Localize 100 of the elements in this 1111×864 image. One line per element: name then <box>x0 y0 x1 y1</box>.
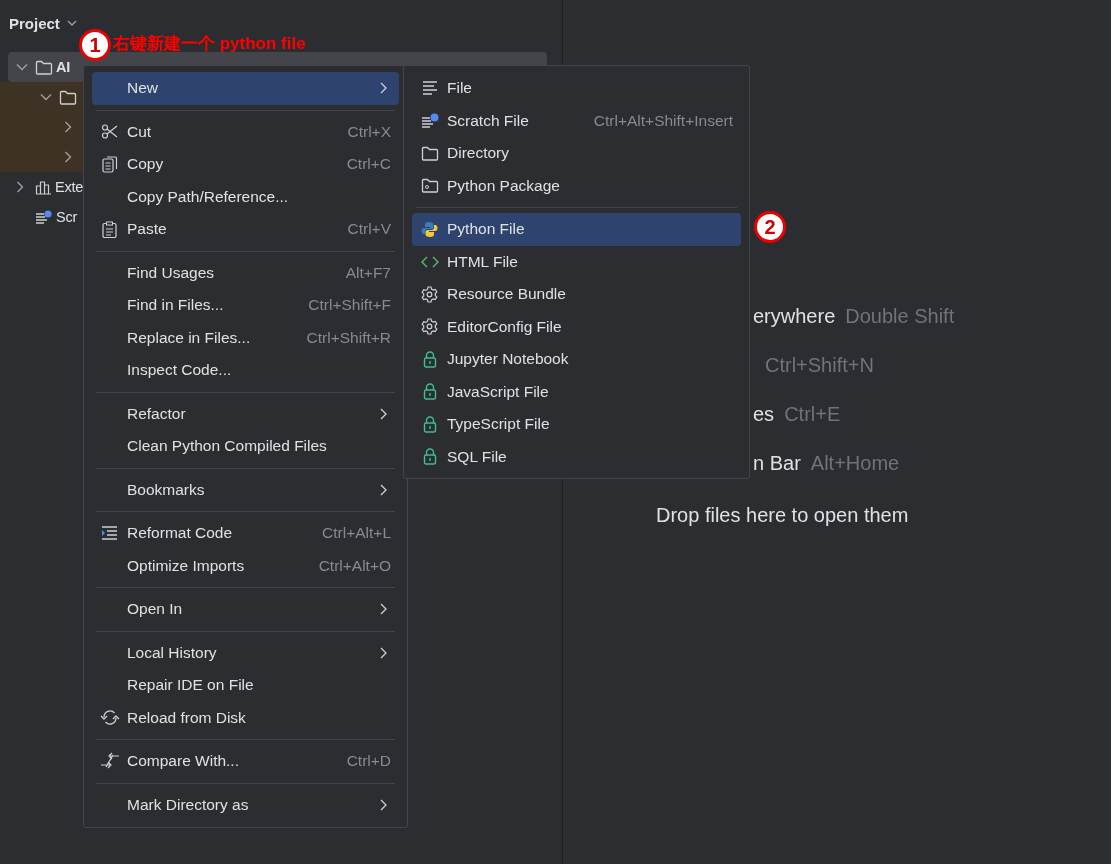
gear-icon <box>421 285 438 303</box>
folder-icon <box>59 89 77 105</box>
menu-item[interactable]: Optimize Imports Ctrl+Alt+O <box>92 549 399 582</box>
menu-item[interactable]: Copy Path/Reference... <box>92 180 399 213</box>
menu-label: Reformat Code <box>127 524 234 543</box>
shortcut-label: Ctrl+Alt+Shift+Insert <box>593 111 733 130</box>
hint-label: n Bar <box>753 452 801 475</box>
menu-item[interactable]: Copy Ctrl+C <box>92 148 399 181</box>
step-number: 2 <box>754 211 786 243</box>
hint-shortcut: Ctrl+E <box>784 403 841 426</box>
menu-item[interactable]: File <box>412 72 741 105</box>
scissors-icon <box>101 124 118 140</box>
menu-label: EditorConfig File <box>447 317 563 336</box>
menu-item[interactable]: Local History <box>92 636 399 669</box>
shortcut-label: Ctrl+Alt+O <box>318 556 391 575</box>
menu-item[interactable]: SQL File <box>412 440 741 473</box>
menu-label: TypeScript File <box>447 415 551 434</box>
menu-item[interactable]: New <box>92 72 399 105</box>
shortcut-label: Ctrl+V <box>347 220 391 239</box>
menu-item[interactable]: Mark Directory as <box>92 788 399 821</box>
shortcut-label: Ctrl+D <box>346 752 391 771</box>
menu-item[interactable]: Cut Ctrl+X <box>92 115 399 148</box>
folder-icon <box>420 145 439 161</box>
menu-label: Find in Files... <box>127 296 225 315</box>
menu-label: HTML File <box>447 252 519 271</box>
menu-item[interactable]: JavaScript File <box>412 375 741 408</box>
menu-label: Find Usages <box>127 263 215 282</box>
menu-label: JavaScript File <box>447 382 550 401</box>
tree-label[interactable]: AI <box>56 59 71 75</box>
menu-label: SQL File <box>447 447 508 466</box>
menu-item[interactable]: Resource Bundle <box>412 278 741 311</box>
drop-hint: Drop files here to open them <box>655 504 910 527</box>
clipboard-icon <box>102 220 117 238</box>
menu-label: Scratch File <box>447 111 530 130</box>
menu-label: Refactor <box>127 404 187 423</box>
shortcut-label: Ctrl+Shift+R <box>306 328 391 347</box>
lock-icon <box>422 350 437 368</box>
menu-item[interactable]: Refactor <box>92 397 399 430</box>
menu-label: Local History <box>127 643 218 662</box>
menu-item[interactable]: EditorConfig File <box>412 310 741 343</box>
menu-item[interactable]: Python Package <box>412 169 741 202</box>
menu-item[interactable]: Scratch File Ctrl+Alt+Shift+Insert <box>412 104 741 137</box>
menu-item[interactable]: Jupyter Notebook <box>412 343 741 376</box>
menu-item[interactable]: TypeScript File <box>412 408 741 441</box>
chevron-right-icon[interactable] <box>64 151 72 163</box>
chevron-right-icon[interactable] <box>64 121 72 133</box>
menu-label: Python File <box>447 220 526 239</box>
menu-item[interactable]: Reload from Disk <box>92 701 399 734</box>
menu-label: New <box>127 79 159 98</box>
panel-title[interactable]: Project <box>9 14 60 32</box>
copy-icon <box>101 155 118 173</box>
gear-icon <box>421 318 438 336</box>
menu-item[interactable]: Inspect Code... <box>92 354 399 387</box>
menu-label: Mark Directory as <box>127 795 250 814</box>
code-brackets-icon <box>420 255 439 268</box>
menu-item[interactable]: Reformat Code Ctrl+Alt+L <box>92 517 399 550</box>
menu-label: Compare With... <box>127 752 240 771</box>
menu-label: Repair IDE on File <box>127 676 255 695</box>
lock-icon <box>422 415 437 433</box>
menu-item[interactable]: Clean Python Compiled Files <box>92 430 399 463</box>
menu-item[interactable]: Paste Ctrl+V <box>92 213 399 246</box>
bar-chart-icon <box>35 179 52 195</box>
hint-shortcut: Ctrl+Shift+N <box>764 354 874 377</box>
chevron-down-icon[interactable] <box>16 63 28 71</box>
menu-label: Directory <box>447 144 510 163</box>
menu-label: Copy <box>127 155 165 174</box>
lock-icon <box>422 383 437 401</box>
menu-item[interactable]: Find Usages Alt+F7 <box>92 256 399 289</box>
lock-icon <box>422 448 437 466</box>
shortcut-label: Ctrl+X <box>347 122 391 141</box>
scratch-file-icon <box>420 112 439 129</box>
menu-label: Copy Path/Reference... <box>127 187 290 206</box>
menu-item[interactable]: Compare With... Ctrl+D <box>92 745 399 778</box>
shortcut-label: Ctrl+Shift+F <box>308 296 391 315</box>
step-number: 1 <box>79 29 111 61</box>
chevron-down-icon[interactable] <box>40 93 52 101</box>
menu-item[interactable]: Python File <box>412 213 741 246</box>
menu-label: Paste <box>127 220 168 239</box>
menu-item[interactable]: Bookmarks <box>92 473 399 506</box>
hint-label: erywhere <box>753 305 836 328</box>
menu-item[interactable]: Replace in Files... Ctrl+Shift+R <box>92 321 399 354</box>
menu-label: Open In <box>127 600 184 619</box>
menu-item[interactable]: Repair IDE on File <box>92 669 399 702</box>
menu-item[interactable]: HTML File <box>412 245 741 278</box>
menu-label: Bookmarks <box>127 480 206 499</box>
menu-label: Resource Bundle <box>447 285 567 304</box>
compare-arrows-icon <box>99 752 120 771</box>
menu-label: Jupyter Notebook <box>447 350 570 369</box>
menu-item[interactable]: Directory <box>412 137 741 170</box>
menu-label: Replace in Files... <box>127 328 252 347</box>
package-folder-icon <box>420 178 439 194</box>
menu-item[interactable]: Open In <box>92 593 399 626</box>
chevron-down-icon[interactable] <box>66 20 77 26</box>
text-lines-icon <box>421 81 438 96</box>
menu-item[interactable]: Find in Files... Ctrl+Shift+F <box>92 289 399 322</box>
tree-label[interactable]: Exte <box>55 179 84 195</box>
tree-label[interactable]: Scr <box>56 209 78 225</box>
shortcut-label: Alt+F7 <box>345 263 391 282</box>
menu-label: Optimize Imports <box>127 556 246 575</box>
chevron-right-icon[interactable] <box>16 181 24 193</box>
